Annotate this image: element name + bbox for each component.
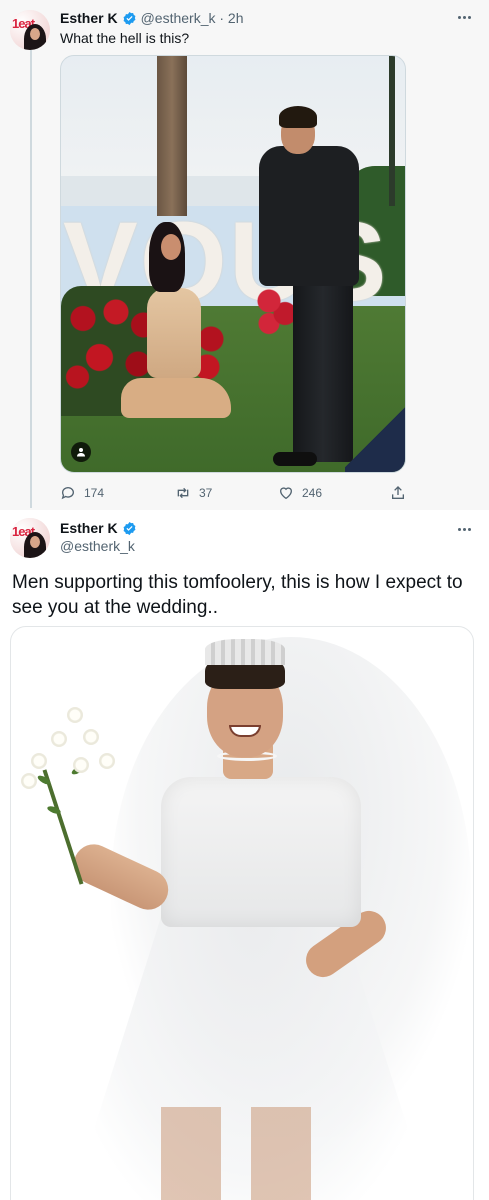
verified-badge-icon [122, 521, 137, 536]
retweet-button[interactable]: 37 [175, 485, 212, 501]
tweet-header: Esther K [60, 520, 137, 536]
retweet-icon [177, 487, 189, 499]
like-button[interactable]: 246 [278, 485, 322, 501]
tweet-text: What the hell is this? [60, 30, 190, 46]
person-tag-icon[interactable] [71, 442, 91, 462]
author-name[interactable]: Esther K [60, 520, 118, 536]
like-count: 246 [302, 486, 323, 500]
balloons [257, 286, 297, 336]
reply-count: 174 [84, 486, 105, 500]
tweet-photo[interactable] [10, 626, 474, 1200]
author-handle-time[interactable]: @estherk_k · 2h [141, 10, 244, 26]
share-button[interactable] [390, 485, 406, 501]
author-name[interactable]: Esther K [60, 10, 118, 26]
tiara [205, 639, 285, 665]
like-icon [279, 487, 293, 500]
wedding-dress [161, 777, 361, 927]
palm-tree [157, 56, 187, 216]
reply-button[interactable]: 174 [60, 485, 104, 501]
share-icon [392, 486, 404, 499]
avatar[interactable]: 1eat [10, 518, 50, 558]
retweet-count: 37 [199, 486, 213, 500]
parent-tweet[interactable]: 1eat Esther K @estherk_k · 2h What the h… [0, 0, 489, 510]
more-icon[interactable] [454, 12, 474, 22]
main-tweet[interactable]: 1eat Esther K @estherk_k Men supporting … [0, 510, 489, 1200]
tweet-header: Esther K @estherk_k · 2h [60, 10, 244, 26]
flower-bouquet [17, 707, 127, 885]
tweet-photo[interactable]: V O U S [60, 55, 406, 473]
woman-figure [147, 288, 201, 378]
reply-icon [61, 487, 74, 500]
tweet-actions: 174 37 246 [60, 483, 410, 503]
man-figure [259, 146, 359, 286]
more-icon[interactable] [454, 524, 474, 534]
avatar[interactable]: 1eat [10, 10, 50, 50]
tweet-text: Men supporting this tomfoolery, this is … [12, 572, 463, 618]
thread-line [30, 50, 32, 508]
author-handle[interactable]: @estherk_k [60, 538, 135, 554]
author-handle-row: @estherk_k [60, 538, 135, 554]
verified-badge-icon [122, 11, 137, 26]
